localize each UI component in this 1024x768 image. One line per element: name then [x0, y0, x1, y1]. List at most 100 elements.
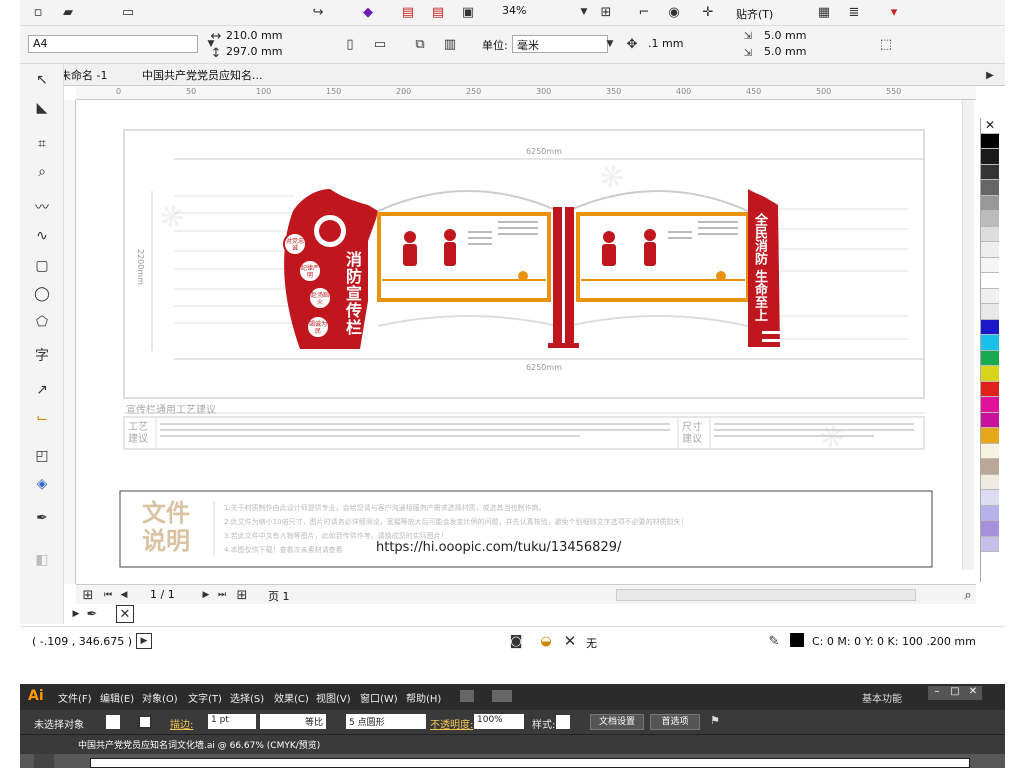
chevron-down-icon[interactable]: ▼ [576, 4, 592, 20]
landscape-icon[interactable]: ▭ [372, 36, 388, 52]
maximize-icon[interactable]: □ [946, 686, 964, 700]
launch-icon[interactable]: ▾ [886, 4, 902, 20]
new-icon[interactable]: ▫ [30, 4, 46, 20]
stroke-label[interactable]: 描边: [170, 716, 193, 731]
nudge-distance-field[interactable]: .1 mm [648, 37, 683, 50]
color-swatch[interactable] [981, 381, 999, 397]
stroke-profile-select[interactable]: 等比 [260, 714, 326, 729]
page-height-field[interactable]: 297.0 mm [226, 45, 282, 58]
shape-tool-icon[interactable]: ◣ [32, 98, 52, 118]
play-icon[interactable]: ▶ [68, 606, 84, 622]
no-color-swatch-icon[interactable]: ✕ [981, 118, 999, 134]
page-width-field[interactable]: 210.0 mm [226, 29, 282, 42]
color-swatch[interactable] [981, 521, 999, 537]
color-swatch[interactable] [981, 536, 999, 552]
color-swatch[interactable] [981, 474, 999, 490]
pdf-icon[interactable]: ▣ [460, 4, 476, 20]
menu-help[interactable]: 帮助(H) [406, 690, 441, 705]
options-icon[interactable]: ▦ [816, 4, 832, 20]
duplicate-x-field[interactable]: 5.0 mm [764, 29, 806, 42]
full-screen-icon[interactable]: ⊞ [598, 4, 614, 20]
horizontal-scrollbar[interactable] [616, 589, 916, 601]
brush-select[interactable]: 5 点圆形 [346, 714, 426, 729]
duplicate-y-field[interactable]: 5.0 mm [764, 45, 806, 58]
all-pages-icon[interactable]: ⧉ [412, 36, 428, 52]
publish-icon[interactable]: ▤ [430, 4, 446, 20]
camera-icon[interactable]: ◙ [508, 633, 524, 649]
prev-page-icon[interactable]: ◀ [116, 587, 132, 603]
list-icon[interactable]: ≣ [846, 4, 862, 20]
menu-select[interactable]: 选择(S) [230, 690, 264, 705]
menu-window[interactable]: 窗口(W) [360, 690, 398, 705]
color-swatch[interactable] [981, 273, 999, 289]
color-swatch[interactable] [981, 335, 999, 351]
bridge-icon[interactable] [460, 690, 474, 702]
stroke-weight-field[interactable]: 1 pt [208, 714, 256, 729]
snap-to-dropdown[interactable]: 贴齐(T) [736, 6, 773, 22]
no-fill-swatch-icon[interactable]: ✕ [116, 605, 134, 623]
color-swatch[interactable] [981, 288, 999, 304]
color-swatch[interactable] [981, 195, 999, 211]
selection-tool-icon[interactable] [34, 754, 54, 768]
color-swatch[interactable] [981, 180, 999, 196]
crop-tool-icon[interactable]: ⌗ [32, 134, 52, 154]
view-icon[interactable]: ◉ [666, 4, 682, 20]
ai-document-tab[interactable]: 中国共产党党员应知名词文化墙.ai @ 66.67% (CMYK/预览) [78, 738, 320, 751]
add-page-icon[interactable]: ⊞ [80, 587, 96, 603]
last-page-icon[interactable]: ⏭ [214, 587, 230, 603]
color-swatch[interactable] [981, 428, 999, 444]
preferences-button[interactable]: 首选项 [650, 714, 700, 730]
tab-scroll-right-icon[interactable]: ▶ [982, 67, 998, 83]
export-icon[interactable]: ▤ [400, 4, 416, 20]
freehand-tool-icon[interactable]: 〰 [32, 198, 52, 218]
treat-as-filled-icon[interactable]: ⬚ [878, 36, 894, 52]
drop-shadow-icon[interactable]: ◰ [32, 446, 52, 466]
document-setup-button[interactable]: 文档设置 [590, 714, 644, 730]
style-swatch[interactable] [556, 715, 570, 729]
color-swatch[interactable] [981, 133, 999, 149]
tab-untitled[interactable]: 未命名 -1 [60, 67, 107, 83]
color-swatch[interactable] [981, 149, 999, 165]
opacity-field[interactable]: 100% [474, 714, 524, 729]
color-swatch[interactable] [981, 350, 999, 366]
artistic-media-icon[interactable]: ∿ [32, 226, 52, 246]
color-swatch[interactable] [981, 164, 999, 180]
color-swatch[interactable] [981, 490, 999, 506]
dimension-tool-icon[interactable]: ↗ [32, 380, 52, 400]
pick-tool-icon[interactable]: ↖ [32, 70, 52, 90]
stroke-swatch[interactable] [138, 715, 152, 729]
navigator-icon[interactable]: ⌕ [960, 587, 976, 603]
zoom-level[interactable]: 34% [498, 3, 578, 21]
unit-select[interactable]: 毫米 [512, 35, 608, 53]
close-icon[interactable]: ✕ [964, 686, 982, 700]
redo-icon[interactable]: ↪ [310, 4, 326, 20]
current-page-icon[interactable]: ▥ [442, 36, 458, 52]
minimize-icon[interactable]: – [928, 686, 946, 700]
rulers-icon[interactable]: ⌐ [636, 4, 652, 20]
color-swatch[interactable] [981, 412, 999, 428]
portrait-icon[interactable]: ▯ [342, 36, 358, 52]
color-swatch[interactable] [981, 319, 999, 335]
polygon-tool-icon[interactable]: ⬠ [32, 312, 52, 332]
artboard[interactable] [90, 758, 970, 768]
open-folder-icon[interactable]: ▰ [60, 4, 76, 20]
eyedropper-icon[interactable]: ✒ [32, 508, 52, 528]
color-swatch[interactable] [981, 257, 999, 273]
menu-file[interactable]: 文件(F) [58, 690, 92, 705]
vertical-scrollbar[interactable] [962, 100, 974, 570]
tab-document[interactable]: 中国共产党党员应知名... [142, 67, 263, 83]
connector-tool-icon[interactable]: ⌙ [32, 408, 52, 428]
color-swatch[interactable] [981, 505, 999, 521]
play-icon[interactable]: ▶ [136, 633, 152, 649]
color-swatch[interactable] [981, 443, 999, 459]
rectangle-tool-icon[interactable]: ▢ [32, 256, 52, 276]
menu-edit[interactable]: 编辑(E) [100, 690, 134, 705]
opacity-label[interactable]: 不透明度: [430, 716, 473, 731]
color-swatch[interactable] [981, 242, 999, 258]
arrange-icon[interactable] [492, 690, 512, 702]
fill-swatch[interactable] [106, 715, 120, 729]
import-icon[interactable]: ◆ [360, 4, 376, 20]
color-swatch[interactable] [981, 226, 999, 242]
ellipse-tool-icon[interactable]: ◯ [32, 284, 52, 304]
menu-type[interactable]: 文字(T) [188, 690, 222, 705]
